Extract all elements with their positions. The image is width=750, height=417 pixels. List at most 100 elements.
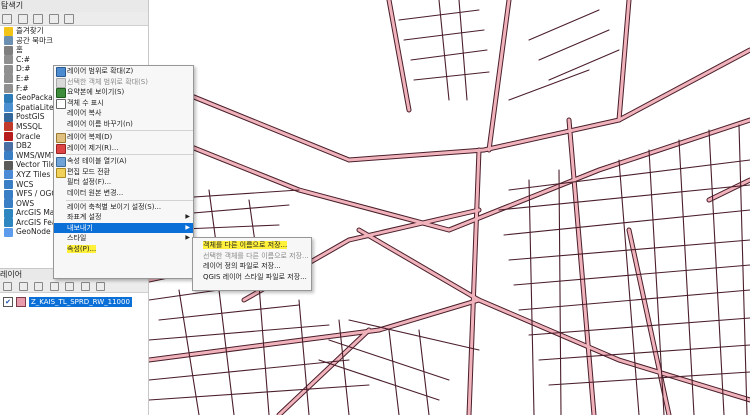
menu-properties[interactable]: 속성(P)... (54, 244, 193, 255)
menu-change-data-source[interactable]: 데이터 원본 변경... (54, 188, 193, 199)
browser-item-label: 홈 (16, 45, 23, 55)
menu-duplicate-layer[interactable]: 레이어 복제(D) (54, 132, 193, 144)
layer-symbol-icon (16, 296, 26, 307)
zoom-selection-icon (56, 77, 66, 88)
menu-set-crs[interactable]: 좌표계 설정 ▶ (54, 212, 193, 223)
browser-item-icon (4, 218, 13, 228)
menu-copy-layer[interactable]: 레이어 복사 (54, 108, 193, 119)
menu-scale-visibility[interactable]: 레이어 축척별 보이기 설정(S)... (54, 202, 193, 213)
browser-item-icon (4, 132, 13, 142)
browser-item-icon (4, 45, 13, 55)
browser-item-icon (4, 36, 13, 46)
browser-item-icon (4, 208, 13, 218)
browser-item[interactable]: 공간 북마크 (0, 36, 148, 46)
layer-name[interactable]: Z_KAIS_TL_SPRD_RW_11000 (29, 296, 132, 307)
browser-item-icon (4, 103, 13, 113)
browser-item-label: WCS (16, 179, 34, 189)
checkbox-icon[interactable] (56, 98, 66, 109)
road-network (146, 0, 750, 417)
layer-context-menu: 레이어 범위로 확대(Z) 선택한 객체 범위로 확대(S) 요약본에 보이기(… (53, 65, 194, 279)
browser-item-label: SpatiaLite (16, 102, 54, 112)
menu-show-feature-count[interactable]: 객체 수 표시 (54, 98, 193, 109)
overview-icon (56, 88, 66, 99)
browser-item-icon (4, 160, 13, 170)
layers-toolbar (0, 280, 148, 292)
browser-item-label: PostGIS (16, 112, 45, 122)
browser-item-icon (4, 122, 13, 132)
browser-toolbar (0, 12, 148, 25)
submenu-save-features-as[interactable]: 객체를 다른 이름으로 저장... (193, 240, 311, 251)
table-icon (56, 157, 66, 168)
browser-item-label: Oracle (16, 131, 41, 141)
filter-icon[interactable] (49, 282, 59, 291)
submenu-arrow-icon: ▶ (185, 213, 190, 221)
style-icon[interactable] (3, 282, 12, 291)
browser-item-label: E:# (16, 73, 30, 83)
submenu-save-selected-features-as[interactable]: 선택한 객체를 다른 이름으로 저장... (193, 251, 311, 262)
browser-item-label: 공간 북마크 (16, 35, 53, 45)
remove-layer-icon[interactable] (96, 282, 106, 291)
add-icon[interactable] (17, 14, 28, 24)
menu-toggle-editing[interactable]: 편집 모드 전환 (54, 167, 193, 178)
browser-item-icon (4, 180, 13, 189)
browser-panel-title: 탐색기 (0, 0, 148, 12)
export-submenu: 객체를 다른 이름으로 저장... 선택한 객체를 다른 이름으로 저장... … (192, 237, 312, 291)
map-canvas[interactable] (146, 0, 750, 417)
layer-row[interactable]: ✔ Z_KAIS_TL_SPRD_RW_11000 (3, 296, 132, 307)
collapse-icon[interactable] (48, 14, 59, 24)
browser-item[interactable]: C:# (0, 55, 148, 65)
submenu-save-qgis-style[interactable]: QGIS 레이어 스타일 파일로 저장... (193, 272, 311, 283)
properties-icon[interactable] (64, 14, 75, 24)
browser-item-icon (4, 199, 13, 209)
menu-export[interactable]: 내보내기 ▶ (54, 222, 193, 234)
eye-icon[interactable] (34, 282, 44, 291)
filter-icon[interactable] (33, 14, 44, 24)
duplicate-icon (56, 133, 66, 144)
browser-item-icon (4, 93, 13, 103)
browser-item-icon (4, 112, 13, 122)
road-map (146, 0, 750, 417)
refresh-icon[interactable] (2, 14, 12, 24)
browser-item-label: MSSQL (16, 121, 43, 131)
menu-rename-layer[interactable]: 레이어 이름 바꾸기(n) (54, 119, 193, 130)
browser-item-icon (4, 74, 13, 84)
browser-item-label: XYZ Tiles (16, 169, 51, 179)
browser-item-label: GeoNode (16, 227, 51, 237)
menu-styles[interactable]: 스타일 ▶ (54, 233, 193, 244)
menu-zoom-to-layer[interactable]: 레이어 범위로 확대(Z) (54, 66, 193, 77)
menu-open-attribute-table[interactable]: 속성 테이블 열기(A) (54, 156, 193, 168)
submenu-arrow-icon: ▶ (185, 234, 190, 242)
menu-separator (66, 130, 193, 132)
pencil-icon (56, 167, 66, 178)
zoom-icon (56, 67, 66, 77)
browser-item-icon (4, 189, 13, 199)
expand-icon[interactable] (65, 282, 75, 291)
browser-item-label: OWS (16, 198, 35, 208)
browser-item-icon (4, 227, 13, 237)
menu-filter[interactable]: 필터 설정(F)... (54, 177, 193, 188)
browser-item[interactable]: 홈 (0, 45, 148, 55)
browser-item-label: 즐겨찾기 (16, 26, 44, 35)
browser-item-label: D:# (16, 64, 31, 74)
collapse-icon[interactable] (80, 282, 90, 291)
add-group-icon[interactable] (18, 282, 28, 291)
browser-item-label: F:# (16, 83, 29, 93)
menu-show-in-overview[interactable]: 요약본에 보이기(S) (54, 87, 193, 99)
browser-item-icon (4, 55, 13, 65)
submenu-arrow-icon: ▶ (185, 223, 190, 231)
browser-item-icon (4, 151, 13, 161)
layers-list[interactable]: ✔ Z_KAIS_TL_SPRD_RW_11000 (0, 292, 148, 416)
submenu-save-layer-definition[interactable]: 레이어 정의 파일로 저장... (193, 261, 311, 272)
browser-item-icon (4, 26, 13, 36)
layer-checkbox[interactable]: ✔ (3, 296, 13, 307)
menu-separator (66, 199, 193, 201)
menu-zoom-to-selection[interactable]: 선택한 객체 범위로 확대(S) (54, 77, 193, 88)
browser-item-icon (4, 84, 13, 94)
menu-remove-layer[interactable]: 레이어 제거(R)... (54, 143, 193, 154)
browser-item-icon (4, 170, 13, 180)
remove-icon (56, 143, 66, 154)
browser-item-label: DB2 (16, 141, 32, 151)
browser-item-icon (4, 141, 13, 151)
browser-item[interactable]: 즐겨찾기 (0, 26, 148, 36)
browser-item-label: C:# (16, 54, 31, 64)
